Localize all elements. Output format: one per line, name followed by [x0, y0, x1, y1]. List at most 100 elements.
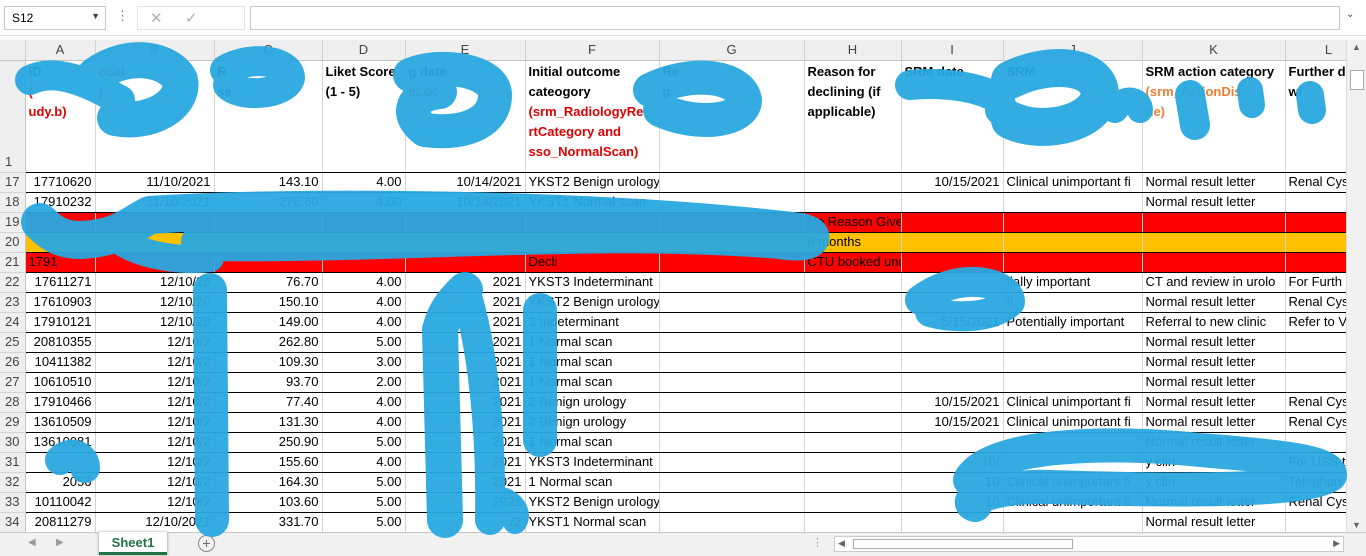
cell-k28[interactable]: Normal result letter	[1142, 392, 1286, 413]
cell-a29[interactable]: 13610509	[25, 412, 96, 433]
cell-d33[interactable]: 5.00	[322, 492, 406, 513]
cell-d34[interactable]: 5.00	[322, 512, 406, 532]
cell-d18[interactable]: 4.00	[322, 192, 406, 213]
cell-b30[interactable]: 12/10/2	[95, 432, 215, 453]
cell-d28[interactable]: 4.00	[322, 392, 406, 413]
cell-b23[interactable]: 12/10/20	[95, 292, 215, 313]
cell-e24[interactable]: 2021	[405, 312, 526, 333]
horizontal-scrollbar[interactable]: ◀ ▶	[834, 536, 1344, 552]
cell-e26[interactable]: 2021	[405, 352, 526, 373]
cell-k22[interactable]: CT and review in urolo	[1142, 272, 1286, 293]
cell-b22[interactable]: 12/10/20	[95, 272, 215, 293]
cell-j21[interactable]	[1003, 252, 1143, 273]
header-cell-k[interactable]: SRM action category (srm_ActionDis ne)	[1142, 60, 1286, 173]
cell-c34[interactable]: 331.70	[214, 512, 323, 532]
cell-c26[interactable]: 109.30	[214, 352, 323, 373]
cell-c27[interactable]: 93.70	[214, 372, 323, 393]
scroll-left-icon[interactable]: ◀	[838, 538, 845, 549]
cell-e25[interactable]: 2021	[405, 332, 526, 353]
check-icon[interactable]: ✓	[185, 9, 198, 27]
cell-e20[interactable]	[405, 232, 526, 253]
cell-b32[interactable]: 12/10/2	[95, 472, 215, 493]
cell-b24[interactable]: 12/10/20	[95, 312, 215, 333]
row-header-20[interactable]: 20	[0, 232, 26, 253]
column-header-k[interactable]: K	[1142, 40, 1286, 61]
header-cell-b[interactable]: ocal)	[95, 60, 215, 173]
cell-c33[interactable]: 103.60	[214, 492, 323, 513]
cell-i25[interactable]	[901, 332, 1004, 353]
column-header-h[interactable]: H	[804, 40, 902, 61]
cell-l25[interactable]	[1285, 332, 1346, 353]
header-cell-c[interactable]: Rse	[214, 60, 323, 173]
cell-c28[interactable]: 77.40	[214, 392, 323, 413]
cell-j29[interactable]: Clinical unimportant fi	[1003, 412, 1143, 433]
cell-e19[interactable]	[405, 212, 526, 233]
cell-h21[interactable]: CTU booked under ACE team week after YLS…	[804, 252, 902, 273]
cell-k20[interactable]	[1142, 232, 1286, 253]
header-cell-g[interactable]: Re g	[659, 60, 805, 173]
column-header-a[interactable]: A	[25, 40, 96, 61]
cell-e30[interactable]: 2021	[405, 432, 526, 453]
cell-h26[interactable]	[804, 352, 902, 373]
cell-a30[interactable]: 13610081	[25, 432, 96, 453]
cell-d20[interactable]	[322, 232, 406, 253]
cell-l26[interactable]	[1285, 352, 1346, 373]
cell-h18[interactable]	[804, 192, 902, 213]
cell-d31[interactable]: 4.00	[322, 452, 406, 473]
cell-c29[interactable]: 131.30	[214, 412, 323, 433]
cell-a32[interactable]: 2056	[25, 472, 96, 493]
cell-k26[interactable]: Normal result letter	[1142, 352, 1286, 373]
next-sheet-icon[interactable]: ▶	[56, 537, 64, 548]
row-header-31[interactable]: 31	[0, 452, 26, 473]
cell-b26[interactable]: 12/10/2	[95, 352, 215, 373]
column-header-f[interactable]: F	[525, 40, 660, 61]
row-header-21[interactable]: 21	[0, 252, 26, 273]
cell-k25[interactable]: Normal result letter	[1142, 332, 1286, 353]
header-cell-a[interactable]: ID (udy.b)	[25, 60, 96, 173]
cell-h20[interactable]: 6 months	[804, 232, 902, 253]
cell-c20[interactable]	[214, 232, 323, 253]
cell-i32[interactable]: 10	[901, 472, 1004, 493]
cell-d30[interactable]: 5.00	[322, 432, 406, 453]
cell-d23[interactable]: 4.00	[322, 292, 406, 313]
cell-l17[interactable]: Renal Cys	[1285, 172, 1346, 193]
cell-i21[interactable]	[901, 252, 1004, 273]
cell-k21[interactable]	[1142, 252, 1286, 273]
cell-a22[interactable]: 17611271	[25, 272, 96, 293]
cell-l33[interactable]: Renal Cys	[1285, 492, 1346, 513]
cell-c30[interactable]: 250.90	[214, 432, 323, 453]
cell-a31[interactable]	[25, 452, 96, 473]
cell-l30[interactable]	[1285, 432, 1346, 453]
row-header-22[interactable]: 22	[0, 272, 26, 293]
cell-i29[interactable]: 10/15/2021	[901, 412, 1004, 433]
cell-j19[interactable]	[1003, 212, 1143, 233]
cell-j17[interactable]: Clinical unimportant fi	[1003, 172, 1143, 193]
cell-l31[interactable]: For USS to	[1285, 452, 1346, 473]
cell-j31[interactable]	[1003, 452, 1143, 473]
cell-h25[interactable]	[804, 332, 902, 353]
header-cell-i[interactable]: SRM date	[901, 60, 1004, 173]
header-cell-d[interactable]: Liket Score (1 - 5)	[322, 60, 406, 173]
cell-j20[interactable]	[1003, 232, 1143, 253]
cell-k19[interactable]	[1142, 212, 1286, 233]
cell-i23[interactable]	[901, 292, 1004, 313]
cell-k17[interactable]: Normal result letter	[1142, 172, 1286, 193]
vertical-scrollbar[interactable]: ▲ ▼	[1346, 40, 1366, 532]
cell-a18[interactable]: 17910232	[25, 192, 96, 213]
column-header-b[interactable]: B	[95, 40, 215, 61]
cell-k23[interactable]: Normal result letter	[1142, 292, 1286, 313]
cell-l27[interactable]	[1285, 372, 1346, 393]
header-cell-e[interactable]: g date eLoc	[405, 60, 526, 173]
cell-a27[interactable]: 10610510	[25, 372, 96, 393]
row-header-28[interactable]: 28	[0, 392, 26, 413]
column-header-j[interactable]: J	[1003, 40, 1143, 61]
cell-c17[interactable]: 143.10	[214, 172, 323, 193]
cell-i18[interactable]	[901, 192, 1004, 213]
cell-c21[interactable]	[214, 252, 323, 273]
cell-j32[interactable]: Clinical unimportant fi	[1003, 472, 1143, 493]
row-header-30[interactable]: 30	[0, 432, 26, 453]
cell-h32[interactable]	[804, 472, 902, 493]
cell-l22[interactable]: For Furth	[1285, 272, 1346, 293]
chevron-down-icon[interactable]: ▼	[91, 11, 100, 21]
cell-f26[interactable]: 1 Normal scan	[525, 352, 660, 373]
